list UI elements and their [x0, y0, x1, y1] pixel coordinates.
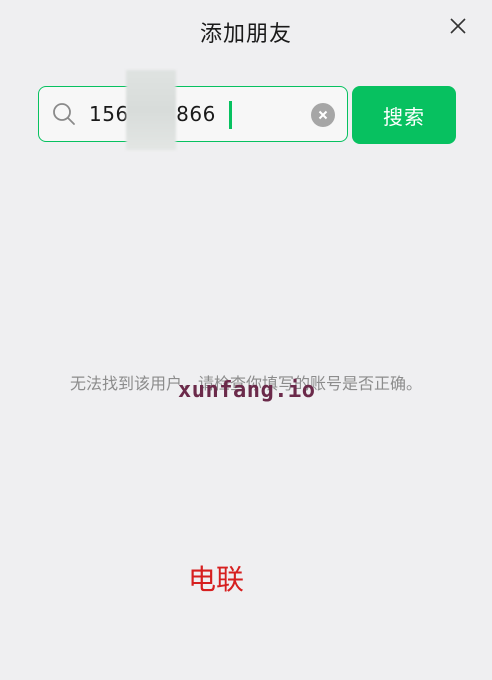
- clear-button[interactable]: [311, 103, 335, 127]
- clear-icon: [318, 110, 328, 120]
- watermark-site: xunfang.io: [178, 378, 316, 403]
- search-icon: [53, 103, 75, 125]
- window-title: 添加朋友: [199, 22, 292, 47]
- close-button[interactable]: [444, 12, 472, 40]
- watermark-label: 电联: [188, 563, 245, 596]
- search-button[interactable]: 搜索: [352, 86, 456, 144]
- redaction-blur: [126, 70, 176, 150]
- search-box[interactable]: [38, 86, 348, 142]
- text-caret: [229, 101, 232, 129]
- search-input[interactable]: [89, 102, 289, 126]
- close-icon: [450, 18, 466, 34]
- add-friend-window: 添加朋友 搜索 无法找到该用户，请检查你填写的账号是否正确。 xunfang.i…: [0, 0, 492, 680]
